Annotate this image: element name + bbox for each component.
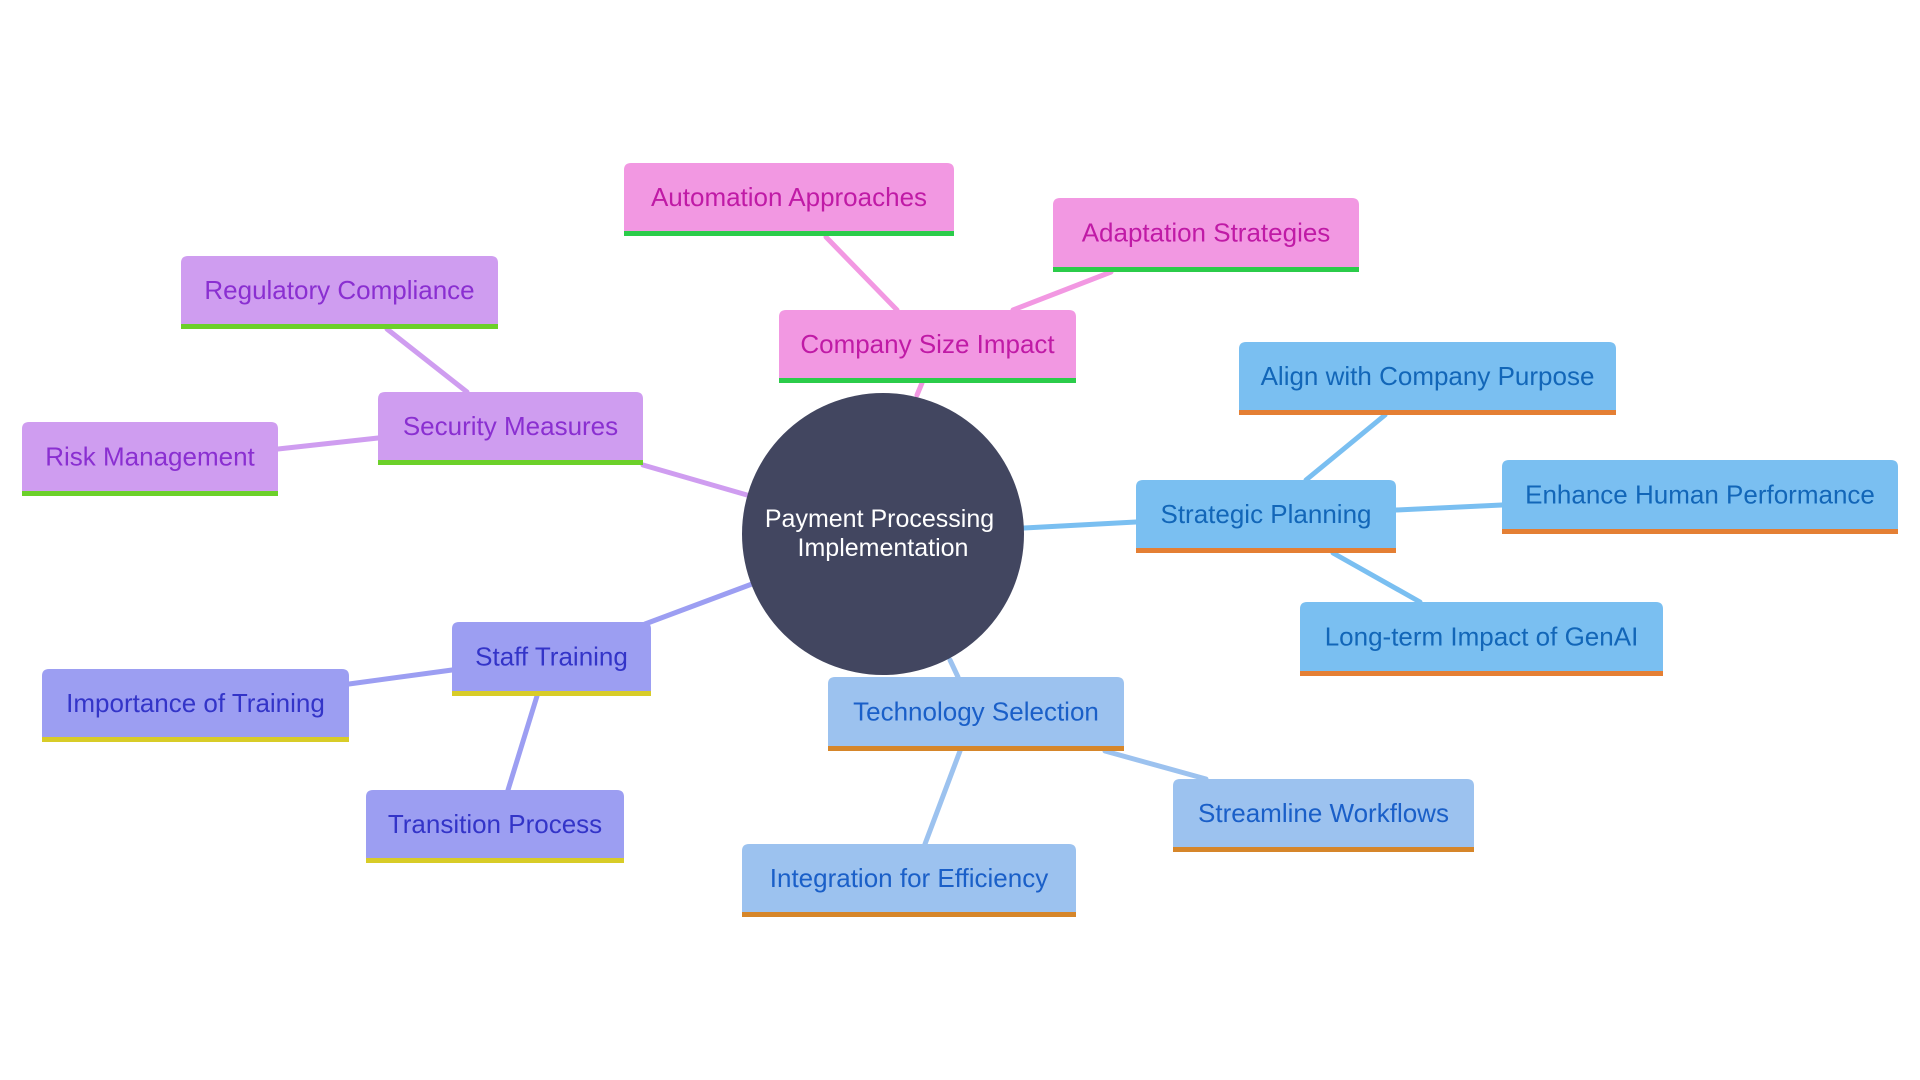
node-underline-strategic <box>1136 548 1396 553</box>
node-longterm[interactable]: Long-term Impact of GenAI <box>1300 602 1663 676</box>
edge-regulatory <box>384 326 470 395</box>
edge-streamline <box>1102 748 1209 782</box>
edge-longterm <box>1330 550 1423 605</box>
node-underline-automation <box>624 231 954 236</box>
node-technology[interactable]: Technology Selection <box>828 677 1124 751</box>
node-adaptation[interactable]: Adaptation Strategies <box>1053 198 1359 272</box>
root-node[interactable]: Payment Processing Implementation <box>742 393 1024 675</box>
node-underline-align <box>1239 410 1616 415</box>
node-label-regulatory: Regulatory Compliance <box>204 275 474 305</box>
edge-integration <box>922 748 963 847</box>
edge-security <box>640 462 750 498</box>
node-enhance[interactable]: Enhance Human Performance <box>1502 460 1898 534</box>
node-label-integration: Integration for Efficiency <box>770 863 1048 893</box>
node-underline-streamline <box>1173 847 1474 852</box>
node-label-transition: Transition Process <box>388 809 602 839</box>
node-underline-importance <box>42 737 349 742</box>
node-label-company-size: Company Size Impact <box>800 329 1055 359</box>
node-underline-technology <box>828 746 1124 751</box>
root-label: Payment Processing Implementation <box>765 505 1001 562</box>
node-regulatory[interactable]: Regulatory Compliance <box>181 256 498 329</box>
node-underline-company-size <box>779 378 1076 383</box>
node-label-align: Align with Company Purpose <box>1261 361 1595 391</box>
node-underline-risk <box>22 491 278 496</box>
node-strategic[interactable]: Strategic Planning <box>1136 480 1396 553</box>
node-underline-staff-training <box>452 691 651 696</box>
root-label-line-1: Payment Processing <box>765 505 994 533</box>
node-automation[interactable]: Automation Approaches <box>624 163 954 236</box>
node-underline-adaptation <box>1053 267 1359 272</box>
edge-adaptation <box>1010 269 1114 313</box>
node-label-technology: Technology Selection <box>853 696 1099 726</box>
edge-strategic <box>1021 519 1139 531</box>
node-transition[interactable]: Transition Process <box>366 790 624 863</box>
node-label-automation: Automation Approaches <box>651 182 927 212</box>
node-importance[interactable]: Importance of Training <box>42 669 349 742</box>
node-align[interactable]: Align with Company Purpose <box>1239 342 1616 415</box>
mindmap-canvas: Company Size Impact Automation Approaches… <box>22 163 1898 917</box>
edge-company-size <box>914 380 925 398</box>
node-staff-training[interactable]: Staff Training <box>452 622 651 696</box>
node-label-risk: Risk Management <box>45 441 255 471</box>
node-risk[interactable]: Risk Management <box>22 422 278 496</box>
node-label-enhance: Enhance Human Performance <box>1525 479 1875 509</box>
node-label-longterm: Long-term Impact of GenAI <box>1325 621 1639 651</box>
edge-enhance <box>1393 502 1505 513</box>
edge-staff-training <box>642 581 755 627</box>
node-label-adaptation: Adaptation Strategies <box>1082 217 1331 247</box>
node-label-strategic: Strategic Planning <box>1160 499 1371 529</box>
node-underline-integration <box>742 912 1076 917</box>
edge-transition <box>505 693 540 793</box>
node-streamline[interactable]: Streamline Workflows <box>1173 779 1474 852</box>
node-company-size[interactable]: Company Size Impact <box>779 310 1076 383</box>
node-underline-security <box>378 460 643 465</box>
node-underline-longterm <box>1300 671 1663 676</box>
node-label-staff-training: Staff Training <box>475 641 628 671</box>
edge-risk <box>275 435 381 452</box>
edge-importance <box>346 667 455 687</box>
node-underline-regulatory <box>181 324 498 329</box>
node-label-importance: Importance of Training <box>66 688 325 718</box>
node-integration[interactable]: Integration for Efficiency <box>742 844 1076 917</box>
edge-technology <box>947 657 961 680</box>
node-label-streamline: Streamline Workflows <box>1198 798 1449 828</box>
edge-automation <box>823 234 900 313</box>
node-underline-enhance <box>1502 529 1898 534</box>
edge-align <box>1303 412 1388 483</box>
node-label-security: Security Measures <box>403 411 618 441</box>
node-underline-transition <box>366 858 624 863</box>
node-security[interactable]: Security Measures <box>378 392 643 465</box>
root-label-line-2: Implementation <box>798 534 969 562</box>
